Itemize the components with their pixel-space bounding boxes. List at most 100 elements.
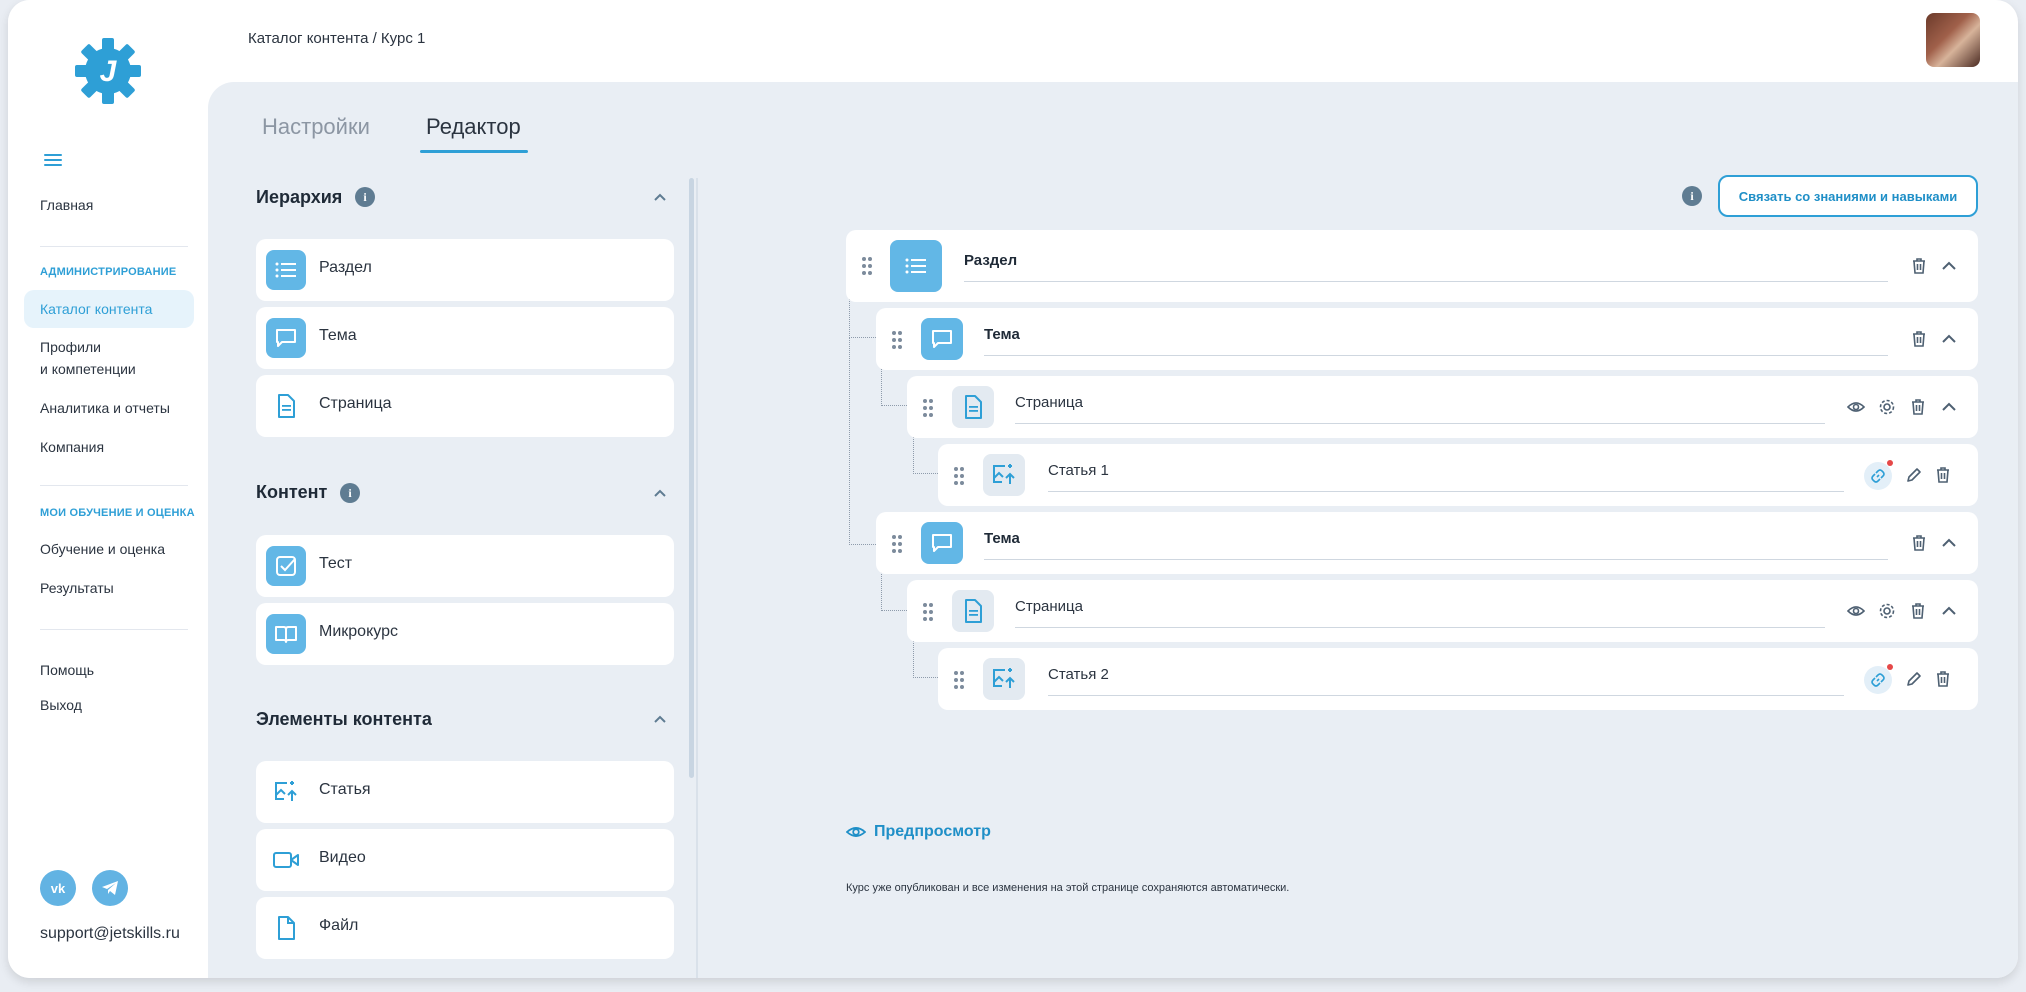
gear-icon[interactable] xyxy=(1878,602,1896,620)
tab-editor[interactable]: Редактор xyxy=(426,114,521,140)
tree-node-topic[interactable]: Тема xyxy=(876,308,1978,370)
trash-icon[interactable] xyxy=(1934,670,1952,688)
node-title-input[interactable]: Раздел xyxy=(964,252,1888,282)
tree-node-page[interactable]: Страница xyxy=(907,376,1978,438)
tree-connector xyxy=(849,338,876,545)
vk-icon[interactable]: vk xyxy=(40,870,76,906)
chevron-up-icon[interactable] xyxy=(1940,398,1958,416)
drag-handle-icon[interactable] xyxy=(923,603,935,621)
chat-bubble-icon xyxy=(921,522,963,564)
palette-item-label: Раздел xyxy=(319,259,372,276)
tab-settings[interactable]: Настройки xyxy=(262,114,370,140)
drag-handle-icon[interactable] xyxy=(923,399,935,417)
chevron-up-icon[interactable] xyxy=(1940,534,1958,552)
trash-icon[interactable] xyxy=(1909,398,1927,416)
menu-toggle-icon[interactable] xyxy=(44,154,62,168)
elements-title: Элементы контента xyxy=(256,709,432,729)
drag-handle-icon[interactable] xyxy=(892,331,904,349)
info-icon[interactable]: i xyxy=(340,483,360,503)
link-icon[interactable] xyxy=(1864,664,1893,694)
palette-item-label: Видео xyxy=(319,849,366,866)
eye-icon[interactable] xyxy=(1847,602,1865,620)
book-icon xyxy=(266,614,306,654)
chevron-up-icon[interactable] xyxy=(1940,330,1958,348)
nav-profiles[interactable]: Профили и компетенции xyxy=(40,336,136,380)
tree-node-topic[interactable]: Тема xyxy=(876,512,1978,574)
tree-node-article[interactable]: Статья 1 xyxy=(938,444,1978,506)
drag-handle-icon[interactable] xyxy=(892,535,904,553)
palette-item-video[interactable]: Видео xyxy=(256,829,674,891)
preview-link[interactable]: Предпросмотр xyxy=(846,823,991,841)
node-title-input[interactable]: Страница xyxy=(1015,394,1825,424)
svg-text:J: J xyxy=(100,55,118,88)
info-icon[interactable]: i xyxy=(355,187,375,207)
list-icon xyxy=(890,240,942,292)
nav-analytics[interactable]: Аналитика и отчеты xyxy=(40,397,170,419)
palette-item-test[interactable]: Тест xyxy=(256,535,674,597)
chevron-up-icon[interactable] xyxy=(653,190,667,204)
palette-item-file[interactable]: Файл xyxy=(256,897,674,959)
chevron-up-icon[interactable] xyxy=(1940,257,1958,275)
jetskills-logo[interactable]: J xyxy=(73,36,143,106)
trash-icon[interactable] xyxy=(1910,534,1928,552)
breadcrumb[interactable]: Каталог контента / Курс 1 xyxy=(248,30,425,47)
bind-skills-button[interactable]: Связать со знаниями и навыками xyxy=(1718,175,1978,217)
nav-profiles-line1: Профили xyxy=(40,339,101,355)
telegram-icon[interactable] xyxy=(92,870,128,906)
file-icon xyxy=(266,908,306,948)
trash-icon[interactable] xyxy=(1934,466,1952,484)
palette-item-topic[interactable]: Тема xyxy=(256,307,674,369)
gear-icon[interactable] xyxy=(1878,398,1896,416)
chevron-up-icon[interactable] xyxy=(653,712,667,726)
nav-company[interactable]: Компания xyxy=(40,436,104,458)
node-title-input[interactable]: Страница xyxy=(1015,598,1825,628)
avatar[interactable] xyxy=(1926,13,1980,67)
image-upload-icon xyxy=(983,658,1025,700)
drag-handle-icon[interactable] xyxy=(862,257,874,275)
image-upload-icon xyxy=(266,772,306,812)
nav-home[interactable]: Главная xyxy=(40,194,93,216)
drag-handle-icon[interactable] xyxy=(954,467,966,485)
pencil-icon[interactable] xyxy=(1905,466,1923,484)
node-title-input[interactable]: Тема xyxy=(984,326,1888,356)
drag-handle-icon[interactable] xyxy=(954,671,966,689)
app-window: J Главная АДМИНИСТРИРОВАНИЕ Каталог конт… xyxy=(8,0,2018,978)
notification-dot xyxy=(1887,664,1893,670)
eye-icon[interactable] xyxy=(1847,398,1865,416)
nav-help[interactable]: Помощь xyxy=(40,659,94,681)
preview-label: Предпросмотр xyxy=(874,823,991,840)
chat-bubble-icon xyxy=(921,318,963,360)
tree-node-article[interactable]: Статья 2 xyxy=(938,648,1978,710)
tree-node-page[interactable]: Страница xyxy=(907,580,1978,642)
list-icon xyxy=(266,250,306,290)
nav-section-admin: АДМИНИСТРИРОВАНИЕ xyxy=(40,266,177,278)
info-icon[interactable]: i xyxy=(1682,186,1702,206)
chevron-up-icon[interactable] xyxy=(653,486,667,500)
link-icon[interactable] xyxy=(1864,460,1893,490)
palette-item-microcourse[interactable]: Микрокурс xyxy=(256,603,674,665)
pencil-icon[interactable] xyxy=(1905,670,1923,688)
nav-logout[interactable]: Выход xyxy=(40,694,82,716)
eye-icon xyxy=(846,827,866,837)
support-email[interactable]: support@jetskills.ru xyxy=(40,925,180,943)
content-title: Контент xyxy=(256,482,328,502)
nav-catalog[interactable]: Каталог контента xyxy=(40,298,152,320)
nav-learning[interactable]: Обучение и оценка xyxy=(40,538,165,560)
palette-item-section[interactable]: Раздел xyxy=(256,239,674,301)
palette-item-label: Страница xyxy=(319,395,392,412)
palette-item-page[interactable]: Страница xyxy=(256,375,674,437)
palette-item-article[interactable]: Статья xyxy=(256,761,674,823)
document-icon xyxy=(952,590,994,632)
trash-icon[interactable] xyxy=(1910,330,1928,348)
trash-icon[interactable] xyxy=(1910,257,1928,275)
node-title-input[interactable]: Статья 2 xyxy=(1048,666,1844,696)
nav-results[interactable]: Результаты xyxy=(40,577,114,599)
image-upload-icon xyxy=(983,454,1025,496)
tree-node-section[interactable]: Раздел xyxy=(846,230,1978,302)
node-title-input[interactable]: Статья 1 xyxy=(1048,462,1844,492)
document-icon xyxy=(266,386,306,426)
chevron-up-icon[interactable] xyxy=(1940,602,1958,620)
trash-icon[interactable] xyxy=(1909,602,1927,620)
node-title-input[interactable]: Тема xyxy=(984,530,1888,560)
left-panel-scrollbar[interactable] xyxy=(689,178,694,778)
